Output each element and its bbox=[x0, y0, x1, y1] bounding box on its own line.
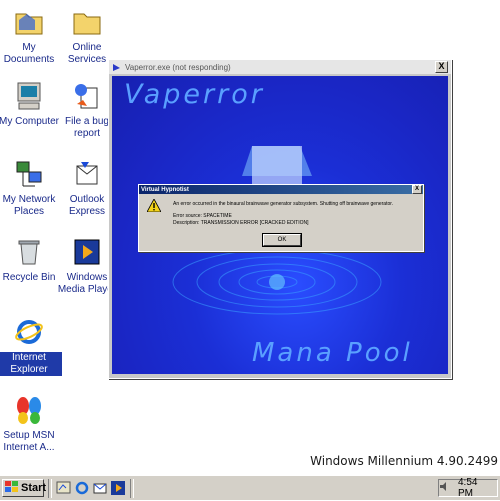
desktop-icon-label: My Documents bbox=[3, 42, 55, 65]
dialog-title: Virtual Hypnotist bbox=[141, 186, 189, 193]
bug-report-icon bbox=[71, 80, 103, 112]
dialog-titlebar[interactable]: Virtual Hypnotist X bbox=[139, 185, 423, 194]
dialog-message-block: An error occurred in the binaural brainw… bbox=[173, 201, 393, 227]
recycle-bin-icon bbox=[13, 236, 45, 268]
desktop-icon-recycle-bin[interactable]: Recycle Bin bbox=[0, 236, 62, 284]
ok-button[interactable]: OK bbox=[262, 233, 302, 247]
desktop-icon-label: Recycle Bin bbox=[2, 272, 56, 283]
start-label: Start bbox=[21, 482, 47, 494]
clock[interactable]: 4:54 PM bbox=[458, 477, 493, 499]
mail-icon bbox=[71, 158, 103, 190]
media-player-quicklaunch-icon[interactable] bbox=[110, 480, 126, 496]
desktop-icon-label: My Computer bbox=[0, 116, 59, 127]
desktop-icon-internet-explorer[interactable]: Internet Explorer bbox=[0, 316, 62, 376]
error-dialog: Virtual Hypnotist X An error occurred in… bbox=[138, 184, 424, 252]
internet-explorer-icon bbox=[13, 316, 45, 348]
desktop-icon-my-computer[interactable]: My Computer bbox=[0, 80, 62, 128]
internet-explorer-quicklaunch-icon[interactable] bbox=[74, 480, 90, 496]
desktop-icon-my-documents[interactable]: My Documents bbox=[0, 6, 62, 66]
start-button[interactable]: Start bbox=[2, 479, 47, 497]
desktop-icon-setup-msn[interactable]: Setup MSN Internet A... bbox=[0, 394, 62, 454]
taskbar: Start 4:54 PM bbox=[0, 475, 500, 500]
media-player-icon bbox=[71, 236, 103, 268]
msn-butterfly-icon bbox=[13, 394, 45, 426]
dialog-close-button[interactable]: X bbox=[412, 185, 422, 194]
desktop-icon-label: Internet Explorer bbox=[0, 352, 62, 376]
error-source: Error source: SPACETIME bbox=[173, 213, 232, 219]
app-icon bbox=[112, 63, 121, 72]
folder-documents-icon bbox=[13, 6, 45, 38]
volume-icon[interactable] bbox=[439, 481, 450, 495]
taskbar-separator bbox=[48, 479, 52, 498]
taskbar-separator bbox=[130, 479, 134, 498]
app-footer-text: Mana Pool bbox=[252, 338, 413, 368]
show-desktop-icon[interactable] bbox=[56, 480, 72, 496]
error-description: Description: TRANSMISSION ERROR [CRACKED… bbox=[173, 220, 309, 226]
warning-icon bbox=[146, 198, 162, 217]
app-heading: Vaperror bbox=[124, 79, 265, 110]
system-tray: 4:54 PM bbox=[438, 477, 498, 499]
windows-version-watermark: Windows Millennium 4.90.2499 bbox=[310, 454, 498, 468]
desktop-icon-my-network-places[interactable]: My Network Places bbox=[0, 158, 62, 218]
desktop-icon-online-services[interactable]: Online Services bbox=[54, 6, 120, 66]
folder-icon bbox=[71, 6, 103, 38]
network-icon bbox=[13, 158, 45, 190]
dialog-message: An error occurred in the binaural brainw… bbox=[173, 201, 394, 207]
computer-icon bbox=[13, 80, 45, 112]
outlook-quicklaunch-icon[interactable] bbox=[92, 480, 108, 496]
window-title: Vaperror.exe (not responding) bbox=[125, 62, 231, 72]
window-titlebar[interactable]: Vaperror.exe (not responding) X bbox=[109, 60, 451, 74]
desktop-icon-label: My Network Places bbox=[2, 194, 56, 217]
desktop-icon-label: Setup MSN Internet A... bbox=[3, 430, 55, 453]
close-button[interactable]: X bbox=[435, 61, 448, 73]
windows-logo-icon bbox=[5, 480, 19, 496]
